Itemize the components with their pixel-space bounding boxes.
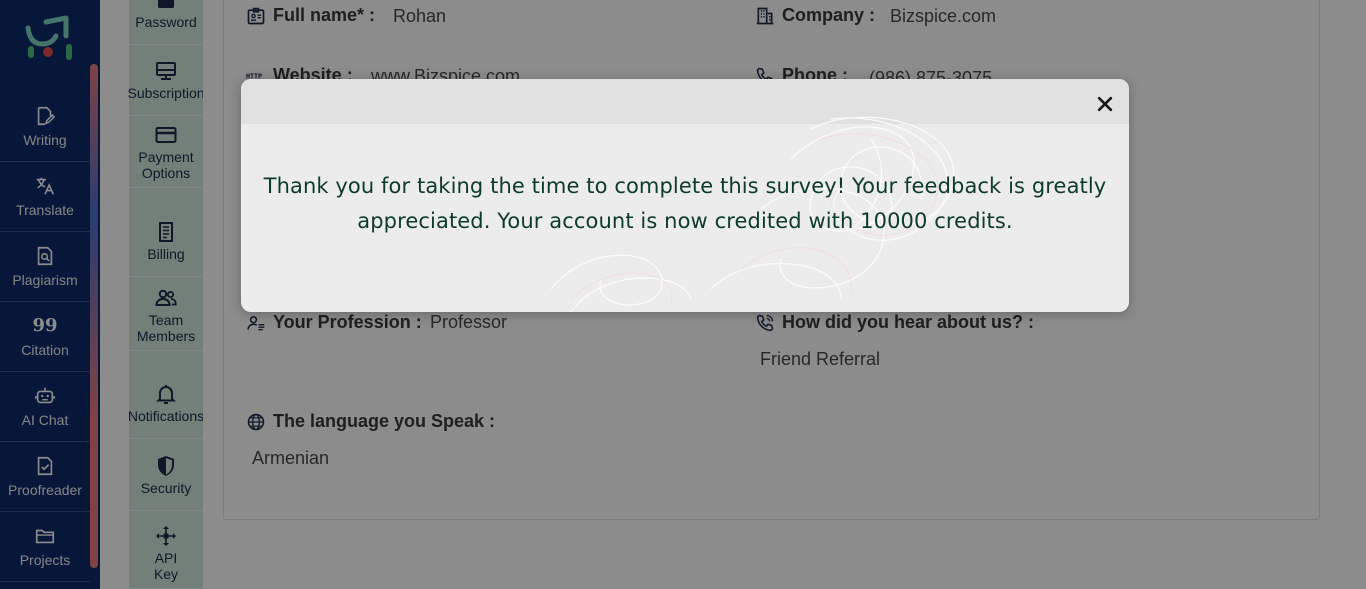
dialog-message: Thank you for taking the time to complet…: [263, 174, 1107, 233]
close-icon: [1097, 96, 1113, 112]
close-button[interactable]: [1093, 92, 1117, 116]
survey-complete-dialog: Thank you for taking the time to complet…: [241, 79, 1129, 312]
